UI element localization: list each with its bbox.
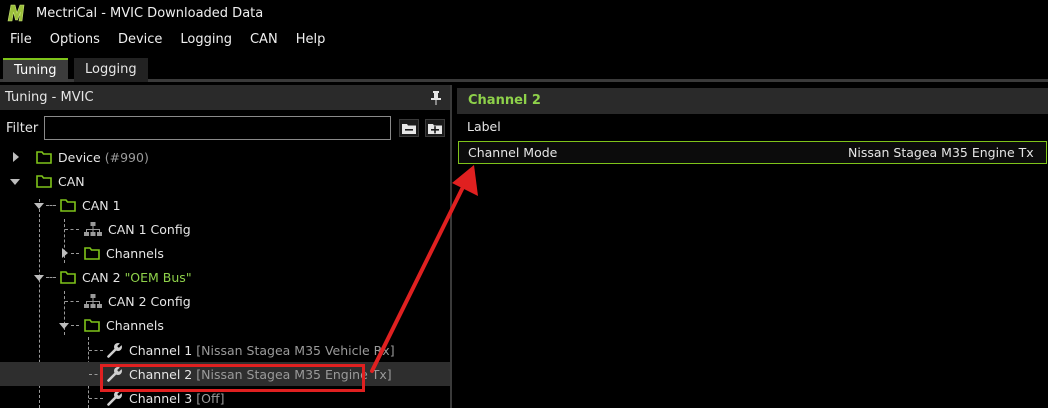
tree-branch-line [71,253,79,254]
collapse-arrow-icon[interactable] [59,321,69,331]
wrench-icon [107,390,123,406]
tree-branch-line [89,374,103,375]
tree-item-label: Channels [106,245,164,261]
main-tab-bar: Tuning Logging [0,54,1048,82]
wrench-icon [107,342,123,358]
tuning-tree-panel: Tuning - MVIC Filter Device (#990) CAN C… [0,85,452,408]
menu-logging[interactable]: Logging [171,27,241,52]
menu-bar: File Options Device Logging CAN Help [0,27,1048,52]
tree-panel-header: Tuning - MVIC [0,85,450,110]
expand-arrow-icon[interactable] [60,248,70,258]
tree-item-label: CAN [58,173,85,189]
tree-branch-line [46,277,56,278]
tree-branch-line [65,229,79,230]
tree-item-label: Channel 3 [129,390,193,406]
menu-device[interactable]: Device [109,27,171,52]
properties-panel: Channel 2 Label Channel Mode Nissan Stag… [454,85,1048,408]
menu-help[interactable]: Help [287,27,335,52]
folder-icon [36,150,52,164]
expand-all-button[interactable] [425,119,445,137]
window-title: MectriCal - MVIC Downloaded Data [36,5,264,21]
property-row-label[interactable]: Label [458,116,1047,139]
tree-item-can-1-channels[interactable]: Channels [0,241,450,265]
tree-item-channel-2[interactable]: Channel 2 [Nissan Stagea M35 Engine Tx] [0,362,450,386]
title-bar: MectriCal - MVIC Downloaded Data [0,0,1048,26]
tree-item-label: Channel 2 [129,366,193,382]
filter-input[interactable] [44,116,391,140]
tree-item-label: CAN 1 Config [108,221,191,237]
network-config-icon [84,221,102,236]
collapse-folder-icon [402,123,416,134]
tab-tuning[interactable]: Tuning [3,58,68,82]
tree-item-suffix: (#990) [104,149,149,165]
tree-item-can-2-channels[interactable]: Channels [0,313,450,337]
tree-item-can-1[interactable]: CAN 1 [0,193,450,217]
expand-arrow-icon[interactable] [11,152,21,162]
tree-item-suffix: [Nissan Stagea M35 Vehicle Rx] [196,342,395,358]
tree-item-can-2-config[interactable]: CAN 2 Config [0,289,450,313]
tree-item-suffix: [Off] [196,390,225,406]
network-config-icon [84,293,102,308]
collapse-all-button[interactable] [399,119,419,137]
tree-item-suffix: "OEM Bus" [124,269,192,285]
tree-item-suffix: [Nissan Stagea M35 Engine Tx] [196,366,392,382]
property-row-channel-mode[interactable]: Channel Mode Nissan Stagea M35 Engine Tx [458,141,1047,164]
tree-item-can-1-config[interactable]: CAN 1 Config [0,217,450,241]
folder-icon [60,270,76,284]
collapse-arrow-icon[interactable] [10,177,20,187]
folder-icon [84,246,100,260]
folder-icon [84,318,100,332]
tree-branch-line [46,205,56,206]
property-name: Channel Mode [468,145,558,160]
expand-folder-icon [428,123,442,134]
tree-branch-line [71,325,79,326]
pin-icon[interactable] [430,90,442,105]
folder-icon [60,198,76,212]
property-value[interactable]: Nissan Stagea M35 Engine Tx [848,142,1034,164]
folder-icon [36,174,52,188]
wrench-icon [107,366,123,382]
property-name: Label [467,119,501,134]
mectrical-logo-icon [6,2,28,24]
menu-options[interactable]: Options [41,27,109,52]
tree-item-label: Channels [106,317,164,333]
tree-item-label: Device [58,149,101,165]
tuning-tree: Device (#990) CAN CAN 1 CAN 1 Config Cha… [0,145,452,408]
menu-file[interactable]: File [0,27,41,52]
tree-item-label: Channel 1 [129,342,193,358]
tree-item-channel-3[interactable]: Channel 3 [Off] [0,386,450,408]
collapse-arrow-icon[interactable] [34,201,44,211]
filter-label: Filter [6,121,39,136]
tab-logging[interactable]: Logging [74,58,148,82]
tree-panel-title: Tuning - MVIC [5,90,94,105]
tree-item-can[interactable]: CAN [0,169,450,193]
tree-branch-line [89,350,103,351]
tree-branch-line [89,398,103,399]
tree-item-channel-1[interactable]: Channel 1 [Nissan Stagea M35 Vehicle Rx] [0,338,450,362]
tree-item-label: CAN 2 [82,269,121,285]
collapse-arrow-icon[interactable] [34,273,44,283]
properties-panel-title: Channel 2 [457,88,1048,114]
tree-item-can-2[interactable]: CAN 2 "OEM Bus" [0,265,450,289]
tree-branch-line [65,301,79,302]
tree-item-device[interactable]: Device (#990) [0,145,450,169]
filter-row: Filter [0,115,452,143]
menu-can[interactable]: CAN [241,27,287,52]
tree-item-label: CAN 1 [82,197,121,213]
tree-item-label: CAN 2 Config [108,293,191,309]
